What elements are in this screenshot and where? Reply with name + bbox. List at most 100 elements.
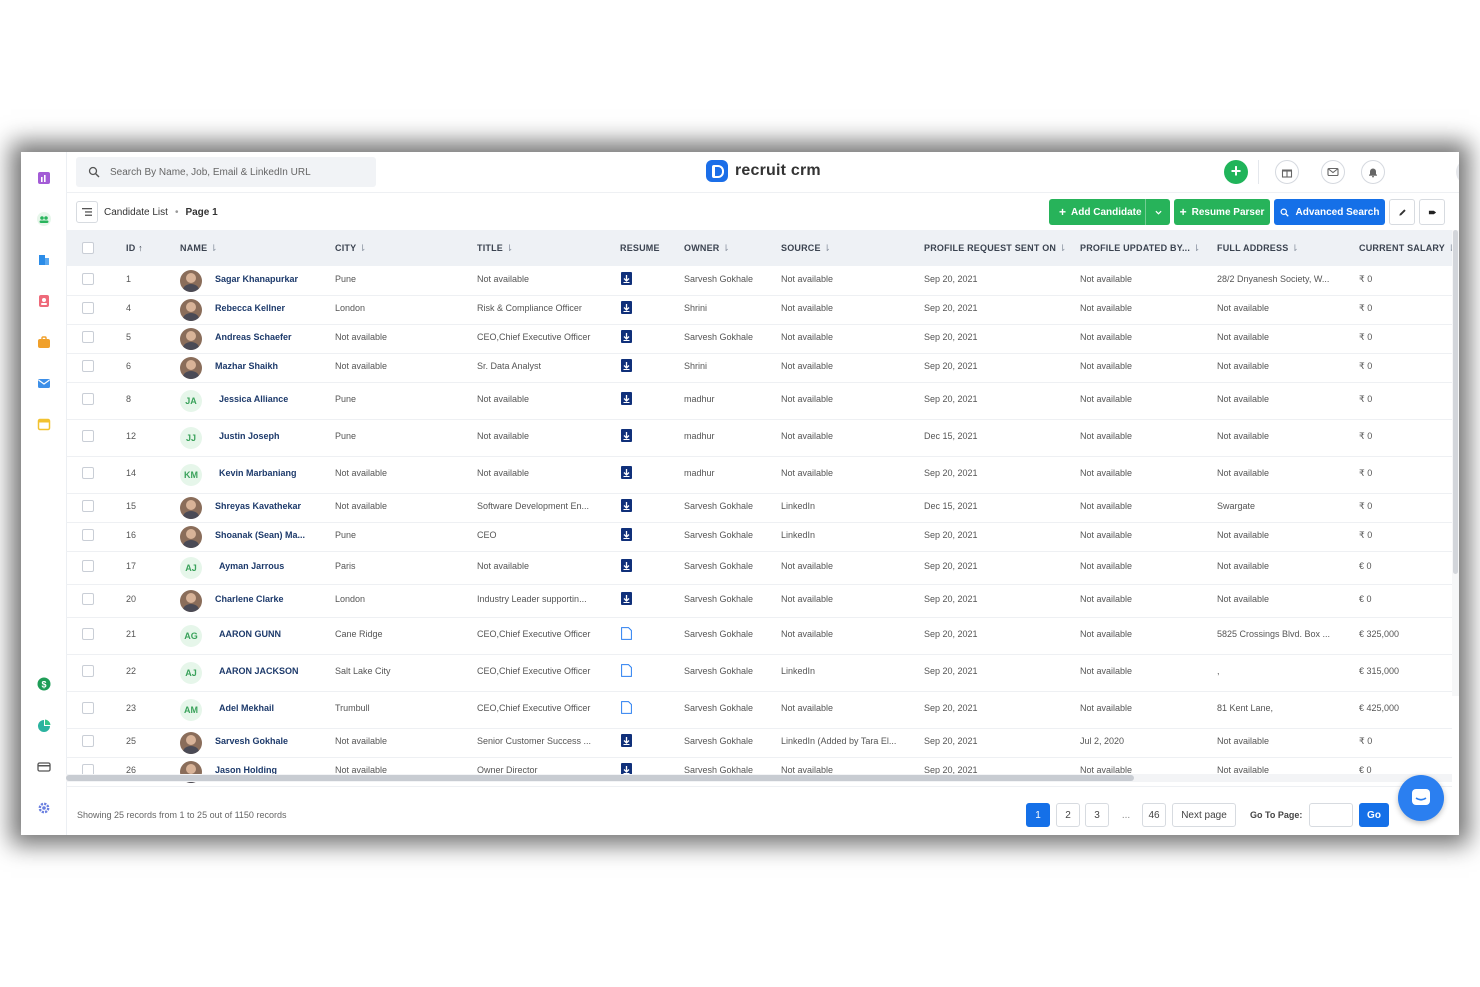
candidate-avatar[interactable] [180,590,202,612]
resume-download-icon[interactable] [621,592,632,605]
resume-download-icon[interactable] [621,528,632,541]
row-checkbox[interactable] [82,628,94,640]
horizontal-scrollbar[interactable] [66,774,1452,782]
vertical-scrollbar[interactable] [1452,230,1459,696]
edit-columns-button[interactable] [1389,199,1415,225]
row-checkbox[interactable] [82,302,94,314]
candidate-name-link[interactable]: Kevin Marbaniang [219,468,344,478]
email-icon[interactable] [37,376,51,390]
breadcrumb-root[interactable]: Candidate List [104,207,168,218]
candidate-avatar[interactable] [180,732,202,754]
resume-empty-icon[interactable] [621,627,632,640]
candidate-name-link[interactable]: Shoanak (Sean) Ma... [215,530,340,540]
add-candidate-button[interactable]: + Add Candidate [1049,199,1170,225]
resume-download-icon[interactable] [621,499,632,512]
table-row[interactable]: 26 Jason Holding Not available Owner Direct… [66,757,1452,787]
vertical-scrollbar-thumb[interactable] [1453,230,1458,574]
table-row[interactable]: KM 14 Kevin Marbaniang Not available Not ava… [66,456,1452,494]
page-46-button[interactable]: 46 [1142,803,1166,827]
calendar-icon[interactable] [37,417,51,431]
toggle-view-button[interactable] [76,201,98,223]
col-resume[interactable]: RESUME [620,243,660,253]
table-row[interactable]: AJ 22 AARON JACKSON Salt Lake City CEO,Chief… [66,654,1452,692]
candidate-name-link[interactable]: Mazhar Shaikh [215,361,340,371]
resume-empty-icon[interactable] [621,701,632,714]
go-button[interactable]: Go [1359,803,1389,827]
candidate-name-link[interactable]: Charlene Clarke [215,594,340,604]
page-2-button[interactable]: 2 [1056,803,1080,827]
resume-download-icon[interactable] [621,330,632,343]
row-checkbox[interactable] [82,467,94,479]
companies-icon[interactable] [37,253,51,267]
candidate-name-link[interactable]: Adel Mekhail [219,703,344,713]
view-options-button[interactable] [1419,199,1445,225]
table-row[interactable]: 4 Rebecca Kellner London Risk & Compliance … [66,295,1452,325]
candidate-avatar[interactable] [180,526,202,548]
resume-download-icon[interactable] [621,466,632,479]
candidate-name-link[interactable]: Andreas Schaefer [215,332,340,342]
candidate-name-link[interactable]: AARON GUNN [219,629,344,639]
table-row[interactable]: 6 Mazhar Shaikh Not available Sr. Data Anal… [66,353,1452,383]
quick-add-button[interactable]: + [1224,160,1248,184]
table-row[interactable]: JJ 12 Justin Joseph Pune Not available madhur… [66,419,1452,457]
reports-icon[interactable] [37,719,51,733]
settings-icon[interactable] [37,801,51,815]
col-full-address[interactable]: FULL ADDRESS ⇂ [1217,243,1299,254]
col-current-salary[interactable]: CURRENT SALARY ⇂ [1359,243,1452,254]
select-all-checkbox[interactable] [82,242,94,254]
resume-download-icon[interactable] [621,559,632,572]
candidate-avatar[interactable] [180,270,202,292]
advanced-search-button[interactable]: Advanced Search [1274,199,1385,225]
candidate-avatar[interactable]: JJ [180,427,202,449]
user-avatar[interactable] [1456,159,1459,185]
col-title[interactable]: TITLE ⇂ [477,243,513,254]
global-search[interactable] [76,157,376,187]
col-name[interactable]: NAME ⇂ [180,243,218,254]
table-row[interactable]: 25 Sarvesh Gokhale Not available Senior Cus… [66,728,1452,758]
resume-empty-icon[interactable] [621,664,632,677]
col-profile-request[interactable]: PROFILE REQUEST SENT ON ⇂ [924,243,1067,254]
dashboard-icon[interactable] [37,171,51,185]
row-checkbox[interactable] [82,702,94,714]
add-candidate-dropdown-button[interactable] [1145,199,1170,225]
col-id[interactable]: ID ↑ [126,243,143,253]
resume-download-icon[interactable] [621,392,632,405]
candidate-name-link[interactable]: Sagar Khanapurkar [215,274,340,284]
search-input[interactable] [108,165,372,179]
row-checkbox[interactable] [82,593,94,605]
page-3-button[interactable]: 3 [1085,803,1109,827]
candidate-avatar[interactable]: AG [180,625,202,647]
candidate-avatar[interactable] [180,299,202,321]
candidate-name-link[interactable]: AARON JACKSON [219,666,344,676]
col-profile-updated[interactable]: PROFILE UPDATED BY... ⇂ [1080,243,1201,254]
candidate-avatar[interactable] [180,328,202,350]
row-checkbox[interactable] [82,500,94,512]
table-row[interactable]: 16 Shoanak (Sean) Ma... Pune CEO Sarvesh Gok… [66,522,1452,552]
candidate-name-link[interactable]: Jessica Alliance [219,394,344,404]
resume-download-icon[interactable] [621,429,632,442]
row-checkbox[interactable] [82,560,94,572]
candidate-avatar[interactable]: AJ [180,662,202,684]
candidate-name-link[interactable]: Sarvesh Gokhale [215,736,340,746]
row-checkbox[interactable] [82,331,94,343]
candidate-name-link[interactable]: Shreyas Kavathekar [215,501,340,511]
candidate-avatar[interactable]: AM [180,699,202,721]
chat-support-button[interactable] [1398,775,1444,821]
gift-icon[interactable] [1275,160,1299,184]
candidate-avatar[interactable] [180,357,202,379]
resume-parser-button[interactable]: + Resume Parser [1174,199,1270,225]
resume-download-icon[interactable] [621,301,632,314]
table-row[interactable]: 15 Shreyas Kavathekar Not available Softwar… [66,493,1452,523]
table-row[interactable]: JA 8 Jessica Alliance Pune Not available madh… [66,382,1452,420]
horizontal-scrollbar-thumb[interactable] [66,775,1134,781]
row-checkbox[interactable] [82,393,94,405]
candidates-icon[interactable] [37,212,51,226]
candidate-avatar[interactable] [180,497,202,519]
resume-download-icon[interactable] [621,272,632,285]
row-checkbox[interactable] [82,430,94,442]
candidate-name-link[interactable]: Rebecca Kellner [215,303,340,313]
table-row[interactable]: AG 21 AARON GUNN Cane Ridge CEO,Chief Execut… [66,617,1452,655]
table-row[interactable]: 5 Andreas Schaefer Not available CEO,Chief … [66,324,1452,354]
page-1-button[interactable]: 1 [1026,803,1050,827]
candidate-avatar[interactable]: AJ [180,557,202,579]
